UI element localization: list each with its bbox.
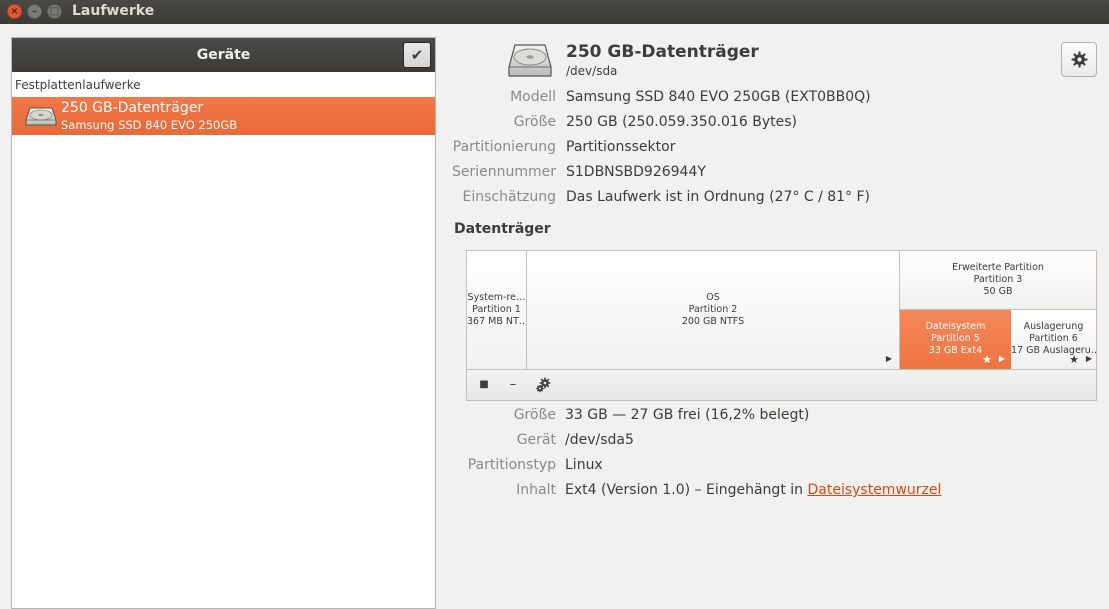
drive-title: 250 GB-Datenträger — [566, 42, 759, 62]
partition-number: Partition 5 — [931, 333, 980, 344]
mount-point-link[interactable]: Dateisystemwurzel — [807, 482, 941, 498]
minimize-window-button[interactable]: – — [27, 4, 42, 19]
partition-info: 200 GB NTFS — [681, 316, 745, 327]
serial-value: S1DBNSBD926944Y — [566, 164, 706, 180]
partition-device-value: /dev/sda5 — [565, 432, 634, 448]
size-label: Größe — [513, 114, 556, 130]
gear-icon — [1071, 51, 1088, 72]
star-icon: ★ — [1069, 353, 1079, 366]
partition-number: Partition 2 — [688, 304, 738, 315]
drive-options-button[interactable] — [1061, 42, 1097, 77]
select-mode-button[interactable]: ✔ — [403, 42, 431, 68]
hard-disk-icon — [507, 41, 553, 83]
partition-6[interactable]: Auslagerung Partition 6 17 GB Auslageru…… — [1011, 310, 1096, 369]
stop-icon: ■ — [479, 379, 489, 390]
partition-1[interactable]: System-re… Partition 1 367 MB NT… — [467, 251, 527, 369]
close-window-button[interactable]: × — [7, 4, 22, 19]
unmount-button[interactable]: ■ — [474, 375, 494, 395]
partition-5[interactable]: Dateisystem Partition 5 33 GB Ext4 ★ ▶ — [900, 310, 1011, 369]
model-label: Modell — [510, 89, 556, 105]
partitioning-value: Partitionssektor — [566, 139, 676, 155]
serial-label: Seriennummer — [451, 164, 556, 180]
star-icon: ★ — [982, 353, 992, 366]
model-value: Samsung SSD 840 EVO 250GB (EXT0BB0Q) — [566, 89, 871, 105]
partition-device-label: Gerät — [516, 432, 556, 448]
partition-map: System-re… Partition 1 367 MB NT… OS Par… — [466, 250, 1097, 370]
partition-type-value: Linux — [565, 457, 603, 473]
partition-size-label: Größe — [513, 407, 556, 423]
delete-partition-button[interactable]: – — [503, 375, 523, 395]
sidebar-title: Geräte — [196, 47, 251, 63]
hard-disk-icon — [25, 105, 57, 131]
partition-3-extended[interactable]: Erweiterte Partition Partition 3 50 GB — [900, 251, 1096, 310]
partition-toolbar: ■ – — [466, 370, 1097, 401]
partition-content-value: Ext4 (Version 1.0) – Eingehängt in Datei… — [565, 482, 941, 498]
partition-options-button[interactable] — [533, 375, 553, 395]
minus-icon: – — [509, 377, 517, 392]
partition-number: Partition 6 — [1029, 333, 1078, 344]
maximize-window-button[interactable]: □ — [47, 4, 62, 19]
gears-icon — [535, 377, 551, 400]
partition-name: OS — [706, 292, 720, 303]
partition-2[interactable]: OS Partition 2 200 GB NTFS ▶ — [527, 251, 900, 369]
partition-name: Auslagerung — [1023, 321, 1084, 332]
sidebar-item-subtitle: Samsung SSD 840 EVO 250GB — [61, 118, 238, 132]
partition-type-label: Partitionstyp — [467, 457, 556, 473]
partition-name: Dateisystem — [925, 321, 986, 332]
partitioning-label: Partitionierung — [452, 139, 556, 155]
play-icon: ▶ — [885, 354, 892, 363]
partition-info: 33 GB Ext4 — [928, 345, 983, 356]
partition-info: 17 GB Auslageru… — [1011, 345, 1096, 356]
partition-name: Erweiterte Partition — [952, 262, 1044, 273]
sidebar-section-label: Festplattenlaufwerke — [15, 78, 141, 92]
assessment-label: Einschätzung — [462, 189, 556, 205]
drive-device-path: /dev/sda — [566, 64, 618, 78]
play-icon: ▶ — [998, 354, 1005, 363]
size-value: 250 GB (250.059.350.016 Bytes) — [566, 114, 797, 130]
partition-info: 367 MB NT… — [467, 316, 527, 327]
check-icon: ✔ — [410, 46, 424, 64]
partition-number: Partition 1 — [472, 304, 521, 315]
partition-name: System-re… — [467, 292, 526, 303]
partition-content-label: Inhalt — [516, 482, 556, 498]
partition-size-value: 33 GB — 27 GB frei (16,2% belegt) — [565, 407, 810, 423]
sidebar-header: Geräte ✔ — [12, 38, 435, 72]
assessment-value: Das Laufwerk ist in Ordnung (27° C / 81°… — [566, 189, 871, 205]
partition-content-text: Ext4 (Version 1.0) – Eingehängt in — [565, 482, 808, 498]
partition-info: 50 GB — [983, 286, 1013, 297]
sidebar-item-title: 250 GB-Datenträger — [61, 100, 204, 116]
play-icon: ▶ — [1085, 354, 1092, 363]
window-titlebar: × – □ Laufwerke — [0, 0, 1109, 24]
volumes-section-title: Datenträger — [454, 221, 551, 237]
partition-number: Partition 3 — [973, 274, 1023, 285]
window-title: Laufwerke — [72, 3, 155, 19]
